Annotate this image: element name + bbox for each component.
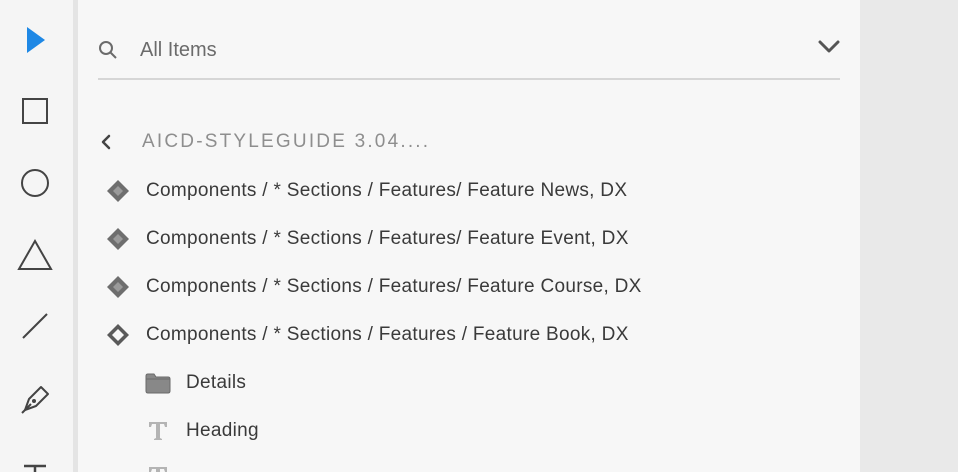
text-layer-icon xyxy=(144,462,172,472)
layers-panel: AICD-STYLEGUIDE 3.04.... Components / * … xyxy=(78,0,860,472)
layer-child-item[interactable] xyxy=(144,460,186,472)
layers-search xyxy=(98,28,840,80)
breadcrumb-label: AICD-STYLEGUIDE 3.04.... xyxy=(142,131,431,152)
layer-label: Heading xyxy=(186,420,259,441)
layers-search-input[interactable] xyxy=(140,36,740,64)
ellipse-icon xyxy=(21,169,49,197)
layer-label: Components / * Sections / Features/ Feat… xyxy=(146,276,642,297)
pen-icon xyxy=(21,386,49,414)
xd-layers-window: AICD-STYLEGUIDE 3.04.... Components / * … xyxy=(0,0,958,472)
layer-item[interactable]: Components / * Sections / Features/ Feat… xyxy=(104,223,629,255)
triangle-icon xyxy=(17,239,53,270)
layer-label: Components / * Sections / Features / Fea… xyxy=(146,324,629,345)
layer-label: Components / * Sections / Features/ Feat… xyxy=(146,228,629,249)
component-instance-icon xyxy=(104,177,132,205)
layer-child-item[interactable]: Heading xyxy=(144,415,259,447)
folder-icon xyxy=(144,369,172,397)
component-main-icon xyxy=(104,321,132,349)
canvas-area[interactable] xyxy=(860,0,958,472)
polygon-tool-button[interactable] xyxy=(14,234,56,276)
text-tool-button[interactable] xyxy=(14,446,56,472)
line-icon xyxy=(22,313,48,339)
ellipse-tool-button[interactable] xyxy=(14,162,56,204)
search-icon xyxy=(99,41,117,59)
breadcrumb: AICD-STYLEGUIDE 3.04.... xyxy=(100,128,430,156)
rectangle-icon xyxy=(22,98,48,124)
pen-tool-button[interactable] xyxy=(14,379,56,421)
tools-toolbar xyxy=(0,0,73,472)
select-tool-button[interactable] xyxy=(14,19,56,61)
arrow-pointer-icon xyxy=(27,27,45,53)
text-layer-icon xyxy=(144,417,172,445)
rectangle-tool-button[interactable] xyxy=(14,90,56,132)
layer-child-item[interactable]: Details xyxy=(144,367,246,399)
layer-item[interactable]: Components / * Sections / Features/ Feat… xyxy=(104,175,627,207)
text-icon xyxy=(24,464,46,472)
line-tool-button[interactable] xyxy=(14,305,56,347)
chevron-left-icon xyxy=(101,134,111,150)
back-button[interactable] xyxy=(100,128,124,156)
component-instance-icon xyxy=(104,225,132,253)
layer-item[interactable]: Components / * Sections / Features/ Feat… xyxy=(104,271,642,303)
layer-item[interactable]: Components / * Sections / Features / Fea… xyxy=(104,319,629,351)
layer-label: Components / * Sections / Features/ Feat… xyxy=(146,180,628,201)
component-instance-icon xyxy=(104,273,132,301)
layer-label: Details xyxy=(186,372,247,393)
chevron-down-icon[interactable] xyxy=(818,40,840,54)
